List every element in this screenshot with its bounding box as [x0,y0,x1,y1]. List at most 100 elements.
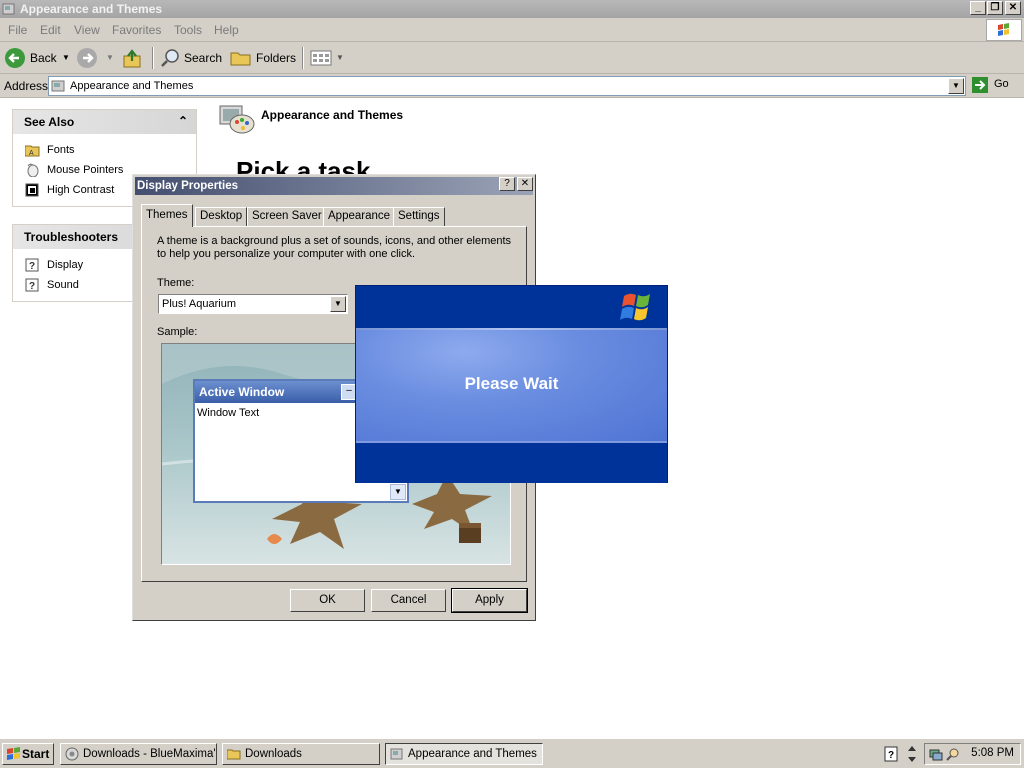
forward-button[interactable]: ▼ [76,48,116,68]
taskbar-button-browser[interactable]: Downloads - BlueMaxima'... [60,743,217,765]
windows-xp-logo-icon [620,293,650,321]
taskbar-button-appearance-themes[interactable]: Appearance and Themes [385,743,543,765]
please-wait-message: Please Wait [464,374,559,393]
mouse-icon [27,163,39,177]
address-input[interactable]: Appearance and Themes ▼ [48,76,966,96]
tab-appearance[interactable]: Appearance [323,207,396,226]
back-dropdown-icon[interactable]: ▼ [62,48,70,68]
clock[interactable]: 5:08 PM [971,747,1014,759]
appearance-themes-icon [219,105,255,134]
see-also-item-fonts[interactable]: A Fonts [13,140,196,160]
menu-help[interactable]: Help [214,23,239,37]
please-wait-splash: Please Wait [355,285,668,483]
taskbar-button-label: Downloads - BlueMaxima'... [83,748,217,760]
taskbar-button-label: Appearance and Themes [408,748,537,760]
svg-text:?: ? [888,750,894,761]
views-button[interactable]: ▼ [310,48,344,68]
theme-select[interactable]: Plus! Aquarium ▼ [158,294,348,314]
tab-desktop[interactable]: Desktop [195,207,248,226]
search-button[interactable]: Search [160,48,222,68]
svg-text:?: ? [29,281,35,292]
address-bar: Address Appearance and Themes ▼ Go [0,74,1024,98]
tab-screen-saver[interactable]: Screen Saver [247,207,327,226]
help-icon: ? [25,258,39,272]
folders-button[interactable]: Folders [230,48,296,68]
back-label: Back [30,51,57,65]
windows-flag-icon [7,747,20,760]
start-label: Start [22,747,50,761]
dialog-close-button[interactable]: ✕ [517,177,533,191]
forward-arrow-icon [77,48,97,68]
see-also-item-label: Mouse Pointers [47,164,124,176]
theme-dropdown-icon[interactable]: ▼ [330,296,346,312]
go-arrow-icon [972,77,988,93]
views-icon [310,50,332,66]
control-panel-icon [51,80,65,92]
troubleshooters-title: Troubleshooters [24,230,119,244]
collapse-chevron-icon[interactable]: ⌃ [178,114,188,128]
dialog-title: Display Properties [137,180,238,192]
see-also-header[interactable]: See Also ⌃ [13,110,196,134]
ok-button[interactable]: OK [290,589,365,612]
tab-settings[interactable]: Settings [393,207,445,226]
sample-window-text: Window Text [197,407,260,419]
address-dropdown-icon[interactable]: ▼ [948,78,964,94]
back-arrow-icon [5,48,25,68]
help-icon: ? [25,278,39,292]
window-title: Appearance and Themes [20,2,163,16]
toolbar-separator [302,47,304,69]
themes-description: A theme is a background plus a set of so… [157,235,512,260]
page-title: Appearance and Themes [261,108,404,122]
apply-button[interactable]: Apply [451,588,528,613]
taskbar-button-label: Downloads [245,748,302,760]
help-button[interactable]: ? [499,177,515,191]
toolbar: Back ▼ ▼ Search Folders ▼ [0,42,1024,74]
close-button[interactable]: ✕ [1005,1,1021,15]
menu-bar: File Edit View Favorites Tools Help [0,18,1024,42]
search-icon [161,49,179,67]
svg-text:?: ? [29,261,35,272]
menu-favorites[interactable]: Favorites [112,23,161,37]
browser-globe-icon [65,747,79,761]
sample-scroll-down-icon: ▼ [390,484,406,500]
contrast-icon [25,183,39,197]
search-label: Search [184,51,223,65]
up-folder-icon [123,49,141,68]
folder-fonts-icon: A [25,145,40,157]
see-also-title: See Also [24,115,75,129]
restore-button[interactable]: ❐ [987,1,1003,15]
start-button[interactable]: Start [2,743,54,765]
menu-view[interactable]: View [74,23,100,37]
go-label: Go [994,78,1009,90]
toolbar-separator [152,47,154,69]
taskbar: Start Downloads - BlueMaxima'... Downloa… [0,738,1024,768]
windows-flag-icon [998,23,1009,36]
menu-file[interactable]: File [8,23,27,37]
back-button[interactable]: Back ▼ [4,48,70,68]
up-folder-button[interactable] [122,48,146,68]
search-tray-icon[interactable] [946,747,960,761]
splash-bottom-band [356,443,667,483]
dialog-titlebar[interactable]: Display Properties [135,177,533,195]
troubleshooter-item-label: Sound [47,279,79,291]
tray-scroll-icon[interactable] [906,744,918,764]
minimize-button[interactable]: _ [970,1,986,15]
troubleshooter-item-label: Display [47,259,84,271]
address-label: Address [4,79,49,93]
theme-label: Theme: [157,277,195,289]
network-tray-icon[interactable] [929,747,943,761]
forward-dropdown-icon[interactable]: ▼ [106,48,114,68]
views-dropdown-icon[interactable]: ▼ [336,48,344,68]
control-panel-icon [390,748,403,760]
control-panel-icon [2,3,15,15]
menu-edit[interactable]: Edit [40,23,61,37]
taskbar-button-downloads[interactable]: Downloads [222,743,380,765]
theme-select-value: Plus! Aquarium [162,298,236,310]
tab-themes[interactable]: Themes [141,204,193,227]
menu-tools[interactable]: Tools [174,23,202,37]
system-tray: 5:08 PM [924,743,1021,765]
window-titlebar[interactable]: Appearance and Themes _ ❐ ✕ [0,0,1024,18]
help-tray-icon[interactable]: ? [884,746,898,762]
cancel-button[interactable]: Cancel [371,589,446,612]
windows-logo-throbber [986,19,1022,41]
